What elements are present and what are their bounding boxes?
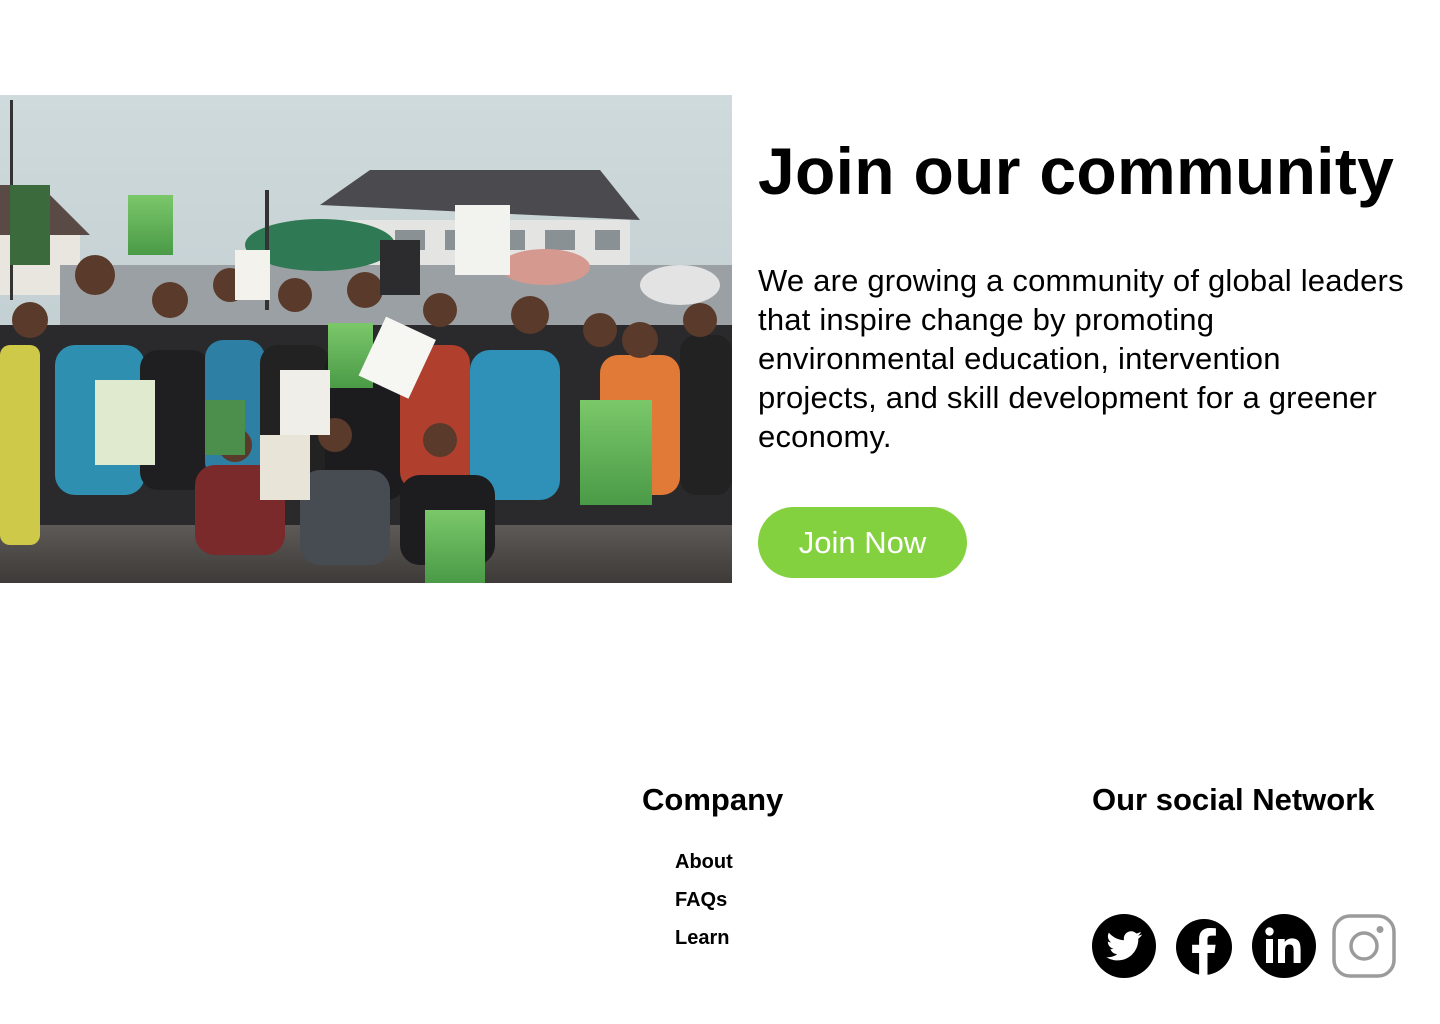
facebook-icon[interactable] <box>1172 914 1236 978</box>
about-link[interactable]: About <box>675 851 733 873</box>
company-link-item: Learn <box>675 924 733 962</box>
join-now-button[interactable]: Join Now <box>758 507 967 578</box>
faqs-link[interactable]: FAQs <box>675 889 727 911</box>
social-icons <box>1092 914 1402 978</box>
learn-link[interactable]: Learn <box>675 927 729 949</box>
page: Join our community We are growing a comm… <box>0 0 1440 1024</box>
social-network-heading: Our social Network <box>1092 782 1375 817</box>
community-photo <box>0 95 732 583</box>
hero-title: Join our community <box>758 134 1395 208</box>
hero-description: We are growing a community of global lea… <box>758 263 1404 454</box>
company-link-item: About <box>675 848 733 886</box>
twitter-icon[interactable] <box>1092 914 1156 978</box>
company-heading: Company <box>642 782 784 817</box>
linkedin-icon[interactable] <box>1252 914 1316 978</box>
company-links: About FAQs Learn <box>675 848 733 962</box>
company-link-item: FAQs <box>675 886 733 924</box>
instagram-icon[interactable] <box>1332 914 1396 978</box>
